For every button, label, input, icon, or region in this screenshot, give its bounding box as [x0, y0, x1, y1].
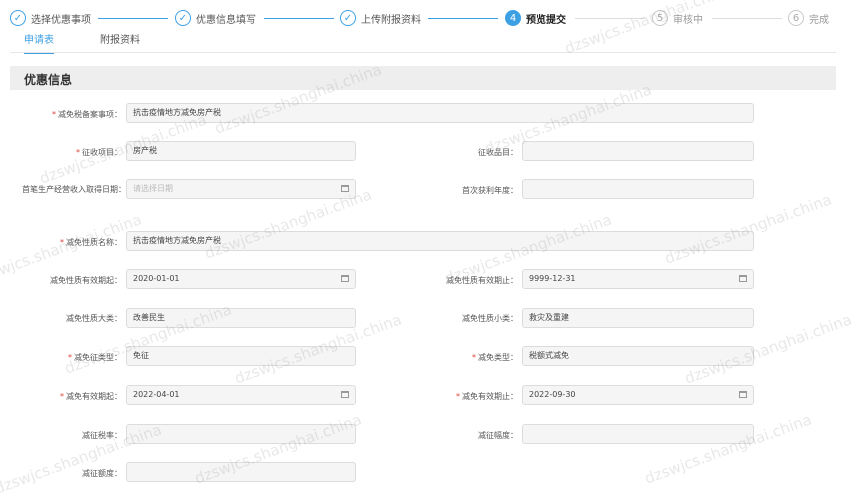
- tab-divider: [10, 52, 836, 53]
- section-header: 优惠信息: [10, 66, 836, 90]
- calendar-icon: [341, 185, 349, 192]
- first-profit-year-field[interactable]: [522, 179, 754, 199]
- label-relief-type: * 减免类型：: [472, 353, 518, 362]
- step-6: 6 完成: [788, 6, 829, 30]
- step-label: 优惠信息填写: [196, 14, 256, 26]
- reduction-amount-field[interactable]: [126, 462, 356, 482]
- nature-minor-class-field[interactable]: 救灾及重建: [522, 308, 754, 328]
- step-number: 6: [788, 10, 804, 26]
- nature-valid-to-picker[interactable]: 9999-12-31: [522, 269, 754, 289]
- step-number: 4: [505, 10, 521, 26]
- step-5: 5 审核中: [652, 6, 703, 30]
- watermark: dzswjcs.shanghai.china: [662, 190, 835, 268]
- label-levy-category: 征收品目：: [478, 148, 518, 157]
- first-income-date-picker[interactable]: 请选择日期: [126, 179, 356, 199]
- check-icon: ✓: [10, 10, 26, 26]
- label-relief-filing-item: * 减免税备案事项：: [52, 110, 122, 119]
- label-first-income-date: 首笔生产经营收入取得日期：: [22, 185, 126, 194]
- step-label: 审核中: [673, 14, 703, 26]
- label-nature-minor-class: 减免性质小类：: [462, 314, 518, 323]
- step-label: 上传附报资料: [361, 14, 421, 26]
- nature-valid-from-picker[interactable]: 2020-01-01: [126, 269, 356, 289]
- calendar-icon: [341, 391, 349, 398]
- step-connector: [712, 18, 782, 19]
- label-nature-major-class: 减免性质大类：: [66, 314, 122, 323]
- step-connector: [98, 18, 168, 19]
- step-connector: [264, 18, 334, 19]
- step-3: ✓ 上传附报资料: [340, 6, 421, 30]
- calendar-icon: [739, 275, 747, 282]
- check-icon: ✓: [175, 10, 191, 26]
- section-title: 优惠信息: [24, 73, 73, 87]
- label-levy-item: * 征收项目：: [76, 148, 122, 157]
- label-first-profit-year: 首次获利年度：: [462, 186, 518, 195]
- label-relief-levy-type: * 减免征类型：: [68, 353, 122, 362]
- step-1: ✓ 选择优惠事项: [10, 6, 91, 30]
- watermark: dzswjcs.shanghai.china: [642, 410, 815, 488]
- label-reduction-amount: 减征额度：: [82, 469, 122, 478]
- step-label: 预览提交: [526, 14, 566, 26]
- step-label: 选择优惠事项: [31, 14, 91, 26]
- relief-filing-item-field[interactable]: 抗击疫情地方减免房产税: [126, 103, 754, 123]
- step-connector: [575, 18, 645, 19]
- step-connector: [428, 18, 498, 19]
- step-number: 5: [652, 10, 668, 26]
- label-nature-valid-to: 减免性质有效期止：: [446, 276, 518, 285]
- relief-valid-to-picker[interactable]: 2022-09-30: [522, 385, 754, 405]
- calendar-icon: [341, 275, 349, 282]
- reduction-range-field[interactable]: [522, 424, 754, 444]
- label-relief-nature-name: * 减免性质名称：: [60, 238, 122, 247]
- label-reduced-rate: 减征税率：: [82, 431, 122, 440]
- relief-levy-type-field[interactable]: 免征: [126, 346, 356, 366]
- step-label: 完成: [809, 14, 829, 26]
- label-reduction-range: 减征幅度：: [478, 431, 518, 440]
- step-4: 4 预览提交: [505, 6, 566, 30]
- tab-bar: 申请表 附报资料: [0, 34, 852, 54]
- reduced-rate-field[interactable]: [126, 424, 356, 444]
- relief-nature-name-field[interactable]: 抗击疫情地方减免房产税: [126, 231, 754, 251]
- check-icon: ✓: [340, 10, 356, 26]
- relief-type-field[interactable]: 税额式减免: [522, 346, 754, 366]
- progress-steps: ✓ 选择优惠事项 ✓ 优惠信息填写 ✓ 上传附报资料 4 预览提交 5 审核中 …: [0, 6, 852, 32]
- levy-item-field[interactable]: 房产税: [126, 141, 356, 161]
- levy-category-field[interactable]: [522, 141, 754, 161]
- tab-application-form[interactable]: 申请表: [24, 34, 54, 54]
- calendar-icon: [739, 391, 747, 398]
- label-relief-valid-from: * 减免有效期起：: [60, 392, 122, 401]
- relief-valid-from-picker[interactable]: 2022-04-01: [126, 385, 356, 405]
- nature-major-class-field[interactable]: 改善民生: [126, 308, 356, 328]
- tab-attachments[interactable]: 附报资料: [100, 34, 140, 52]
- label-relief-valid-to: * 减免有效期止：: [456, 392, 518, 401]
- step-2: ✓ 优惠信息填写: [175, 6, 256, 30]
- label-nature-valid-from: 减免性质有效期起：: [50, 276, 122, 285]
